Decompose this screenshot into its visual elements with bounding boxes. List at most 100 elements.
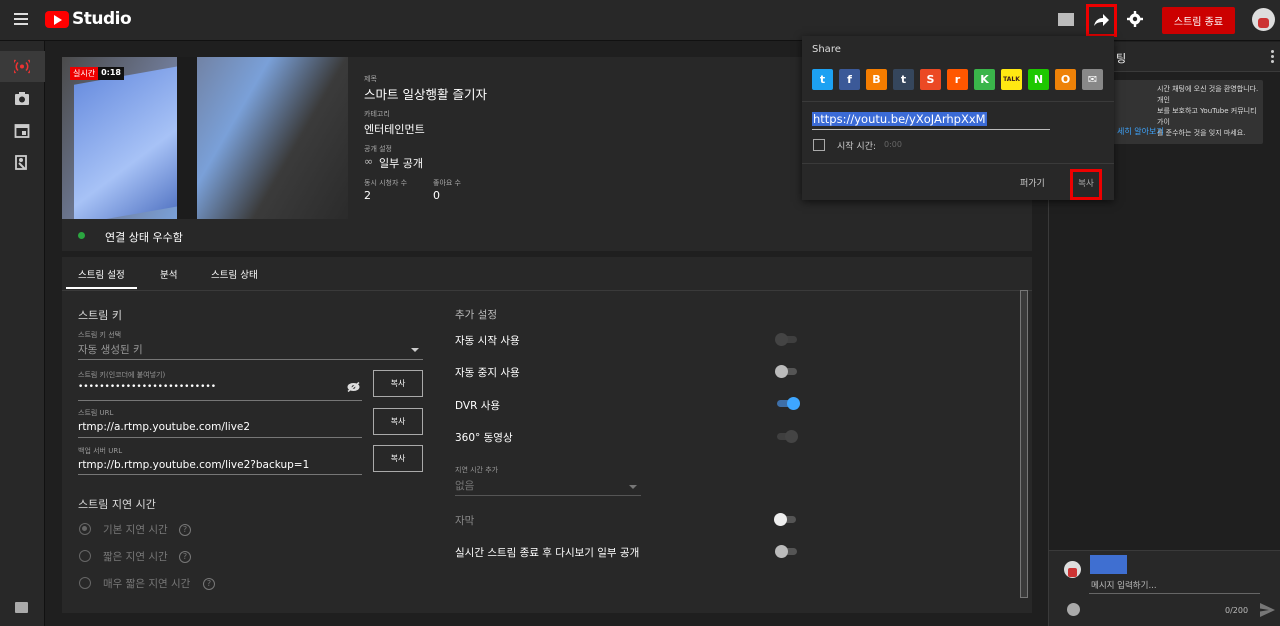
chat-message-input[interactable]: 메시지 입력하기... [1091,579,1157,591]
video-manage-icon [15,155,27,170]
unlist-replay-toggle[interactable] [775,544,799,558]
send-icon[interactable] [1260,603,1275,617]
kakaotalk-icon[interactable]: TALK [1001,69,1022,90]
stumbleupon-icon[interactable]: S [920,69,941,90]
share-button[interactable] [1086,4,1117,37]
more-options-icon[interactable] [1271,50,1274,63]
learn-more-link[interactable]: 세히 알아보기 [1117,126,1164,137]
key-select-value[interactable]: 자동 생성된 키 [78,342,143,357]
stream-key-heading: 스트림 키 [78,309,122,322]
tab-stream-health[interactable]: 스트림 상태 [211,267,258,289]
delay-value[interactable]: 없음 [455,478,474,493]
top-bar: Studio 스트림 종료 [0,0,1280,41]
tabs-divider [62,290,1032,291]
chat-avatar [1064,561,1081,578]
preview-image-screen [74,65,184,219]
viewers-label: 동시 시청자 수 [364,179,408,187]
stream-key-value[interactable]: •••••••••••••••••••••••••• [78,382,216,392]
latency-normal-label: 기본 지연 시간 [103,524,168,536]
settings-scrollbar[interactable] [1020,290,1028,598]
account-avatar[interactable] [1252,8,1275,31]
stream-url-label: 스트림 URL [78,409,114,417]
help-icon[interactable]: ? [203,578,215,590]
latency-low-radio[interactable] [79,550,91,562]
twitter-icon[interactable]: t [812,69,833,90]
live-label: 실시간 [70,67,99,80]
chat-input-area: 메시지 입력하기... 0/200 [1049,550,1280,626]
nav-live-stream[interactable] [0,51,45,82]
studio-logo-text[interactable]: Studio [72,9,132,29]
stream-title: 스마트 일상행활 즐기자 [364,87,487,102]
backup-url-underline [78,474,362,475]
share-arrow-icon [1094,14,1109,26]
latency-ultralow-radio[interactable] [79,577,91,589]
clapperboard-icon[interactable] [1058,13,1074,26]
captions-toggle[interactable] [774,512,798,526]
nav-manage[interactable] [0,147,45,178]
category-label: 카테고리 [364,110,390,118]
youtube-logo-icon[interactable] [45,11,69,28]
stream-key-underline [78,400,362,401]
gear-icon[interactable] [1127,11,1143,27]
copy-stream-key-button[interactable]: 복사 [373,370,423,397]
share-title: Share [812,44,841,55]
start-time-checkbox[interactable] [813,139,825,151]
tab-stream-settings[interactable]: 스트림 설정 [66,267,137,289]
naver-icon[interactable]: N [1028,69,1049,90]
chat-author-name [1090,555,1127,574]
key-select-underline [78,359,423,360]
dropdown-arrow-icon[interactable] [629,485,637,489]
copy-stream-url-button[interactable]: 복사 [373,408,423,435]
dropdown-arrow-icon[interactable] [411,348,419,352]
chat-input-underline [1089,593,1260,594]
auto-stop-toggle[interactable] [775,364,799,378]
notice-line-3: 를 준수하는 것을 잊지 마세요. [1157,129,1246,137]
video360-toggle[interactable] [775,429,799,443]
stream-preview-thumbnail[interactable]: 실시간 0:18 [62,57,348,219]
copy-link-button[interactable]: 복사 [1070,169,1102,200]
backup-url-label: 백업 서버 URL [78,447,123,455]
embed-button[interactable]: 퍼가기 [1020,176,1045,189]
reddit-icon[interactable]: r [947,69,968,90]
kakaostory-icon[interactable]: K [974,69,995,90]
char-counter: 0/200 [1225,606,1249,615]
blogger-icon[interactable]: B [866,69,887,90]
hide-eye-icon[interactable] [347,382,360,392]
nav-scheduled[interactable] [0,115,45,146]
auto-start-toggle[interactable] [775,332,799,346]
end-stream-button[interactable]: 스트림 종료 [1162,7,1235,34]
email-icon[interactable]: ✉ [1082,69,1103,90]
live-duration: 0:18 [98,67,124,80]
auto-stop-label: 자동 중지 사용 [455,367,520,379]
stream-url-value[interactable]: rtmp://a.rtmp.youtube.com/live2 [78,421,250,433]
chat-title: 팅 [1116,52,1127,65]
tumblr-icon[interactable]: t [893,69,914,90]
link-icon: ∞ [364,155,374,168]
latency-low-label: 짧은 지연 시간 [103,551,168,563]
live-broadcast-icon [14,59,30,74]
key-select-label: 스트림 키 선택 [78,331,122,339]
stream-category: 엔터테인먼트 [364,123,425,136]
share-popup: Share t f Bt Sr K TALK N O ✉ https://youtu.be/yX… [802,36,1114,200]
dvr-toggle[interactable] [775,396,800,410]
nav-webcam[interactable] [0,83,45,114]
start-time-value[interactable]: 0:00 [884,140,902,149]
stream-url-underline [78,437,362,438]
likes-label: 좋아요 수 [433,179,461,187]
odnoklassniki-icon[interactable]: O [1055,69,1076,90]
feedback-icon[interactable] [15,602,28,613]
help-icon[interactable]: ? [179,551,191,563]
latency-normal-radio[interactable] [79,523,91,535]
hamburger-menu-icon[interactable] [14,13,28,25]
emoji-icon[interactable] [1067,603,1080,616]
copy-backup-url-button[interactable]: 복사 [373,445,423,472]
title-label: 제목 [364,75,377,83]
calendar-icon [14,124,30,138]
share-divider [802,101,1114,102]
backup-url-value[interactable]: rtmp://b.rtmp.youtube.com/live2?backup=1 [78,459,309,471]
tab-analytics[interactable]: 분석 [160,267,177,289]
preview-image-frame [177,57,197,219]
facebook-icon[interactable]: f [839,69,860,90]
help-icon[interactable]: ? [179,524,191,536]
share-url-input[interactable]: https://youtu.be/yXoJArhpXxM [812,112,987,126]
